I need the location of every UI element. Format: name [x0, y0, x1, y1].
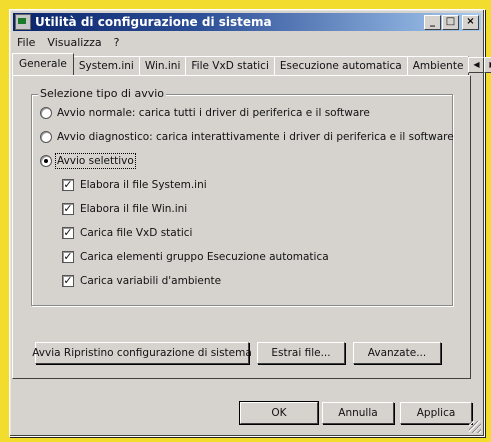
maximize-button[interactable]: □ [442, 14, 459, 30]
title-bar[interactable]: Utilità di configurazione di sistema _ □… [13, 13, 481, 31]
size-grip-icon[interactable] [469, 421, 481, 433]
tab-scroll-left-icon[interactable]: ◀ [468, 57, 485, 73]
minimize-button[interactable]: _ [424, 14, 441, 30]
checkbox-win-ini[interactable]: ✓ [62, 203, 74, 215]
option-vxd[interactable]: ✓ Carica file VxD statici [62, 227, 192, 239]
radio-selective-startup[interactable]: Avvio selettivo [40, 153, 136, 169]
close-button[interactable]: × [462, 14, 479, 30]
radio-diagnostic-startup[interactable]: Avvio diagnostico: carica interattivamen… [40, 131, 454, 143]
menu-visualizza[interactable]: Visualizza [47, 36, 101, 49]
radio-normal-startup[interactable]: Avvio normale: carica tutti i driver di … [40, 107, 370, 119]
option-env-vars-label: Carica variabili d'ambiente [80, 275, 222, 287]
menu-file[interactable]: File [17, 36, 35, 49]
option-env-vars[interactable]: ✓ Carica variabili d'ambiente [62, 275, 221, 287]
tab-generale[interactable]: Generale [12, 53, 74, 75]
option-vxd-label: Carica file VxD statici [80, 227, 193, 239]
cancel-button[interactable]: Annulla [322, 402, 394, 424]
option-startup-group-label: Carica elementi gruppo Esecuzione automa… [80, 251, 329, 263]
extract-file-button[interactable]: Estrai file... [257, 342, 345, 364]
tab-ambiente[interactable]: Ambiente [406, 56, 470, 75]
radio-normal-indicator[interactable] [40, 107, 52, 119]
checkbox-system-ini[interactable]: ✓ [62, 179, 74, 191]
option-win-ini-label: Elabora il file Win.ini [80, 203, 188, 215]
option-system-ini[interactable]: ✓ Elabora il file System.ini [62, 179, 207, 191]
option-win-ini[interactable]: ✓ Elabora il file Win.ini [62, 203, 187, 215]
tab-esecuzione-automatica[interactable]: Esecuzione automatica [273, 56, 408, 75]
option-startup-group[interactable]: ✓ Carica elementi gruppo Esecuzione auto… [62, 251, 329, 263]
radio-selective-label: Avvio selettivo [55, 153, 136, 169]
option-system-ini-label: Elabora il file System.ini [80, 179, 207, 191]
radio-diagnostic-indicator[interactable] [40, 131, 52, 143]
tab-scroll-right-icon[interactable]: ▶ [484, 57, 491, 73]
startup-type-group: Selezione tipo di avvio Avvio normale: c… [31, 87, 454, 306]
menu-help[interactable]: ? [114, 36, 120, 49]
radio-selective-indicator[interactable] [40, 155, 52, 167]
app-icon [15, 14, 31, 30]
checkbox-startup-group[interactable]: ✓ [62, 251, 74, 263]
startup-group-legend: Selezione tipo di avvio [38, 87, 167, 100]
restore-config-button[interactable]: Avvia Ripristino configurazione di siste… [32, 342, 252, 364]
tab-vxd-statici[interactable]: File VxD statici [185, 56, 275, 75]
tab-strip: Generale System.ini Win.ini File VxD sta… [12, 53, 491, 75]
radio-diagnostic-label: Avvio diagnostico: carica interattivamen… [57, 131, 454, 143]
radio-normal-label: Avvio normale: carica tutti i driver di … [57, 107, 370, 119]
general-tab-panel: Selezione tipo di avvio Avvio normale: c… [12, 75, 471, 379]
window-title: Utilità di configurazione di sistema [35, 15, 272, 29]
menu-bar: File Visualizza ? [13, 34, 481, 50]
checkbox-vxd[interactable]: ✓ [62, 227, 74, 239]
ok-button[interactable]: OK [240, 402, 318, 424]
tab-win-ini[interactable]: Win.ini [138, 56, 187, 75]
advanced-button[interactable]: Avanzate... [353, 342, 441, 364]
apply-button[interactable]: Applica [400, 402, 472, 424]
tab-system-ini[interactable]: System.ini [72, 56, 140, 75]
checkbox-env-vars[interactable]: ✓ [62, 275, 74, 287]
